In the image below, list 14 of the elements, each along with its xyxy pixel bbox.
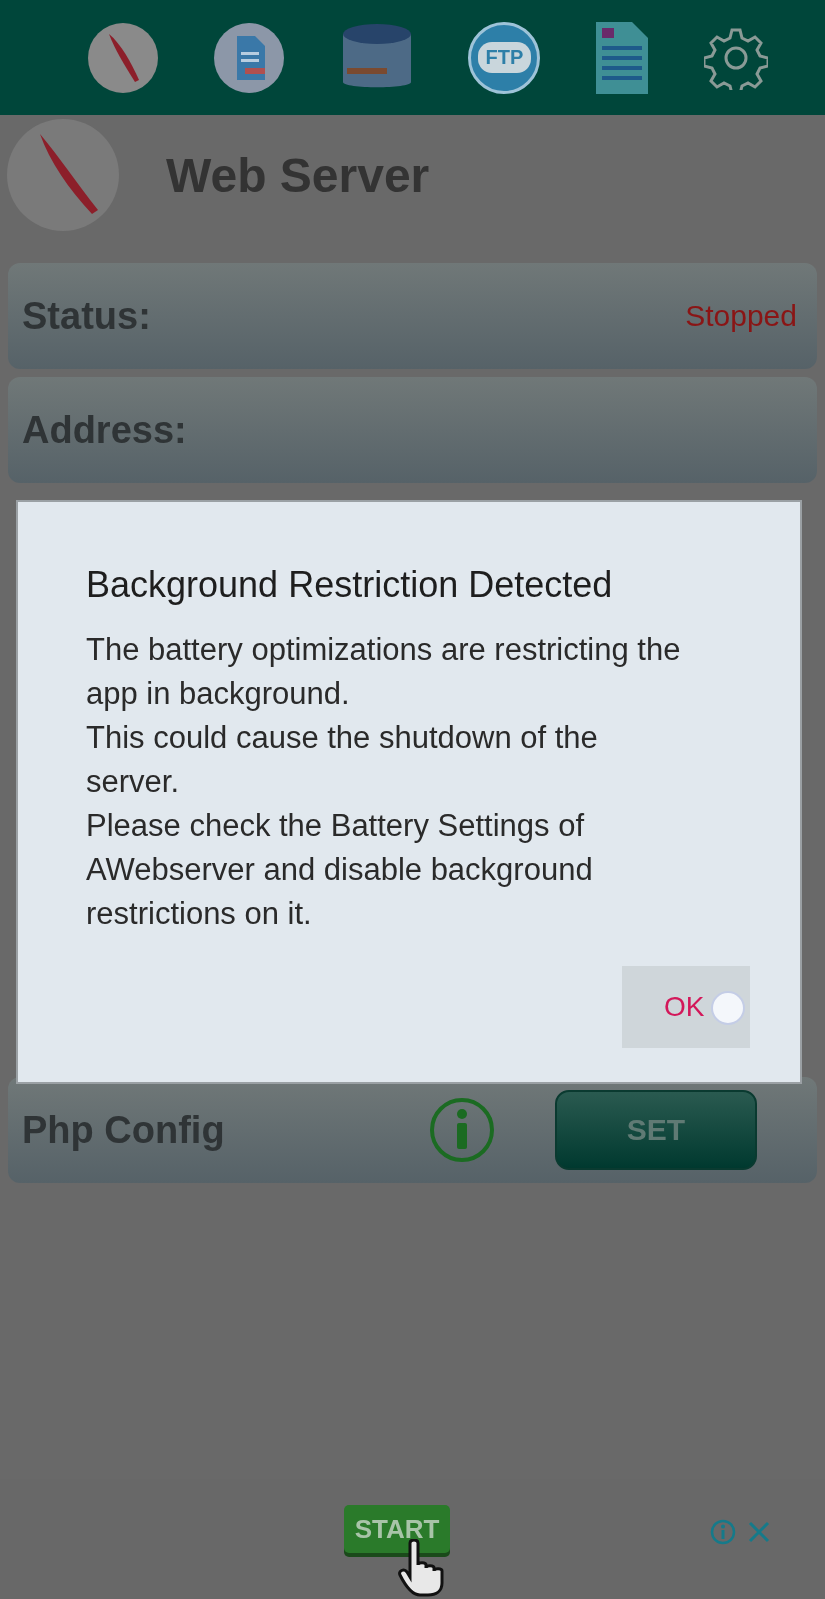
document-icon[interactable] bbox=[594, 19, 651, 96]
field-label: Status: bbox=[22, 294, 152, 338]
feather-icon[interactable] bbox=[86, 21, 159, 94]
set-button[interactable]: SET bbox=[555, 1090, 757, 1170]
field-label: Php Config bbox=[22, 1108, 226, 1152]
dialog-message: The battery optimizations are restricting the app in background. This could cause the shutdown of the server. Please check the Battery Settings of AWebserver and disable background restrictions on it. bbox=[86, 631, 682, 933]
touch-indicator-icon bbox=[710, 990, 746, 1026]
document-icon[interactable] bbox=[212, 21, 285, 94]
ftp-icon[interactable]: FTP bbox=[468, 21, 541, 94]
ok-button[interactable]: OK bbox=[622, 966, 750, 1048]
feather-icon bbox=[6, 118, 120, 232]
dialog-title: Background Restriction Detected bbox=[86, 564, 614, 606]
status-value: Stopped bbox=[685, 299, 797, 333]
field-label: Address: bbox=[22, 408, 188, 452]
